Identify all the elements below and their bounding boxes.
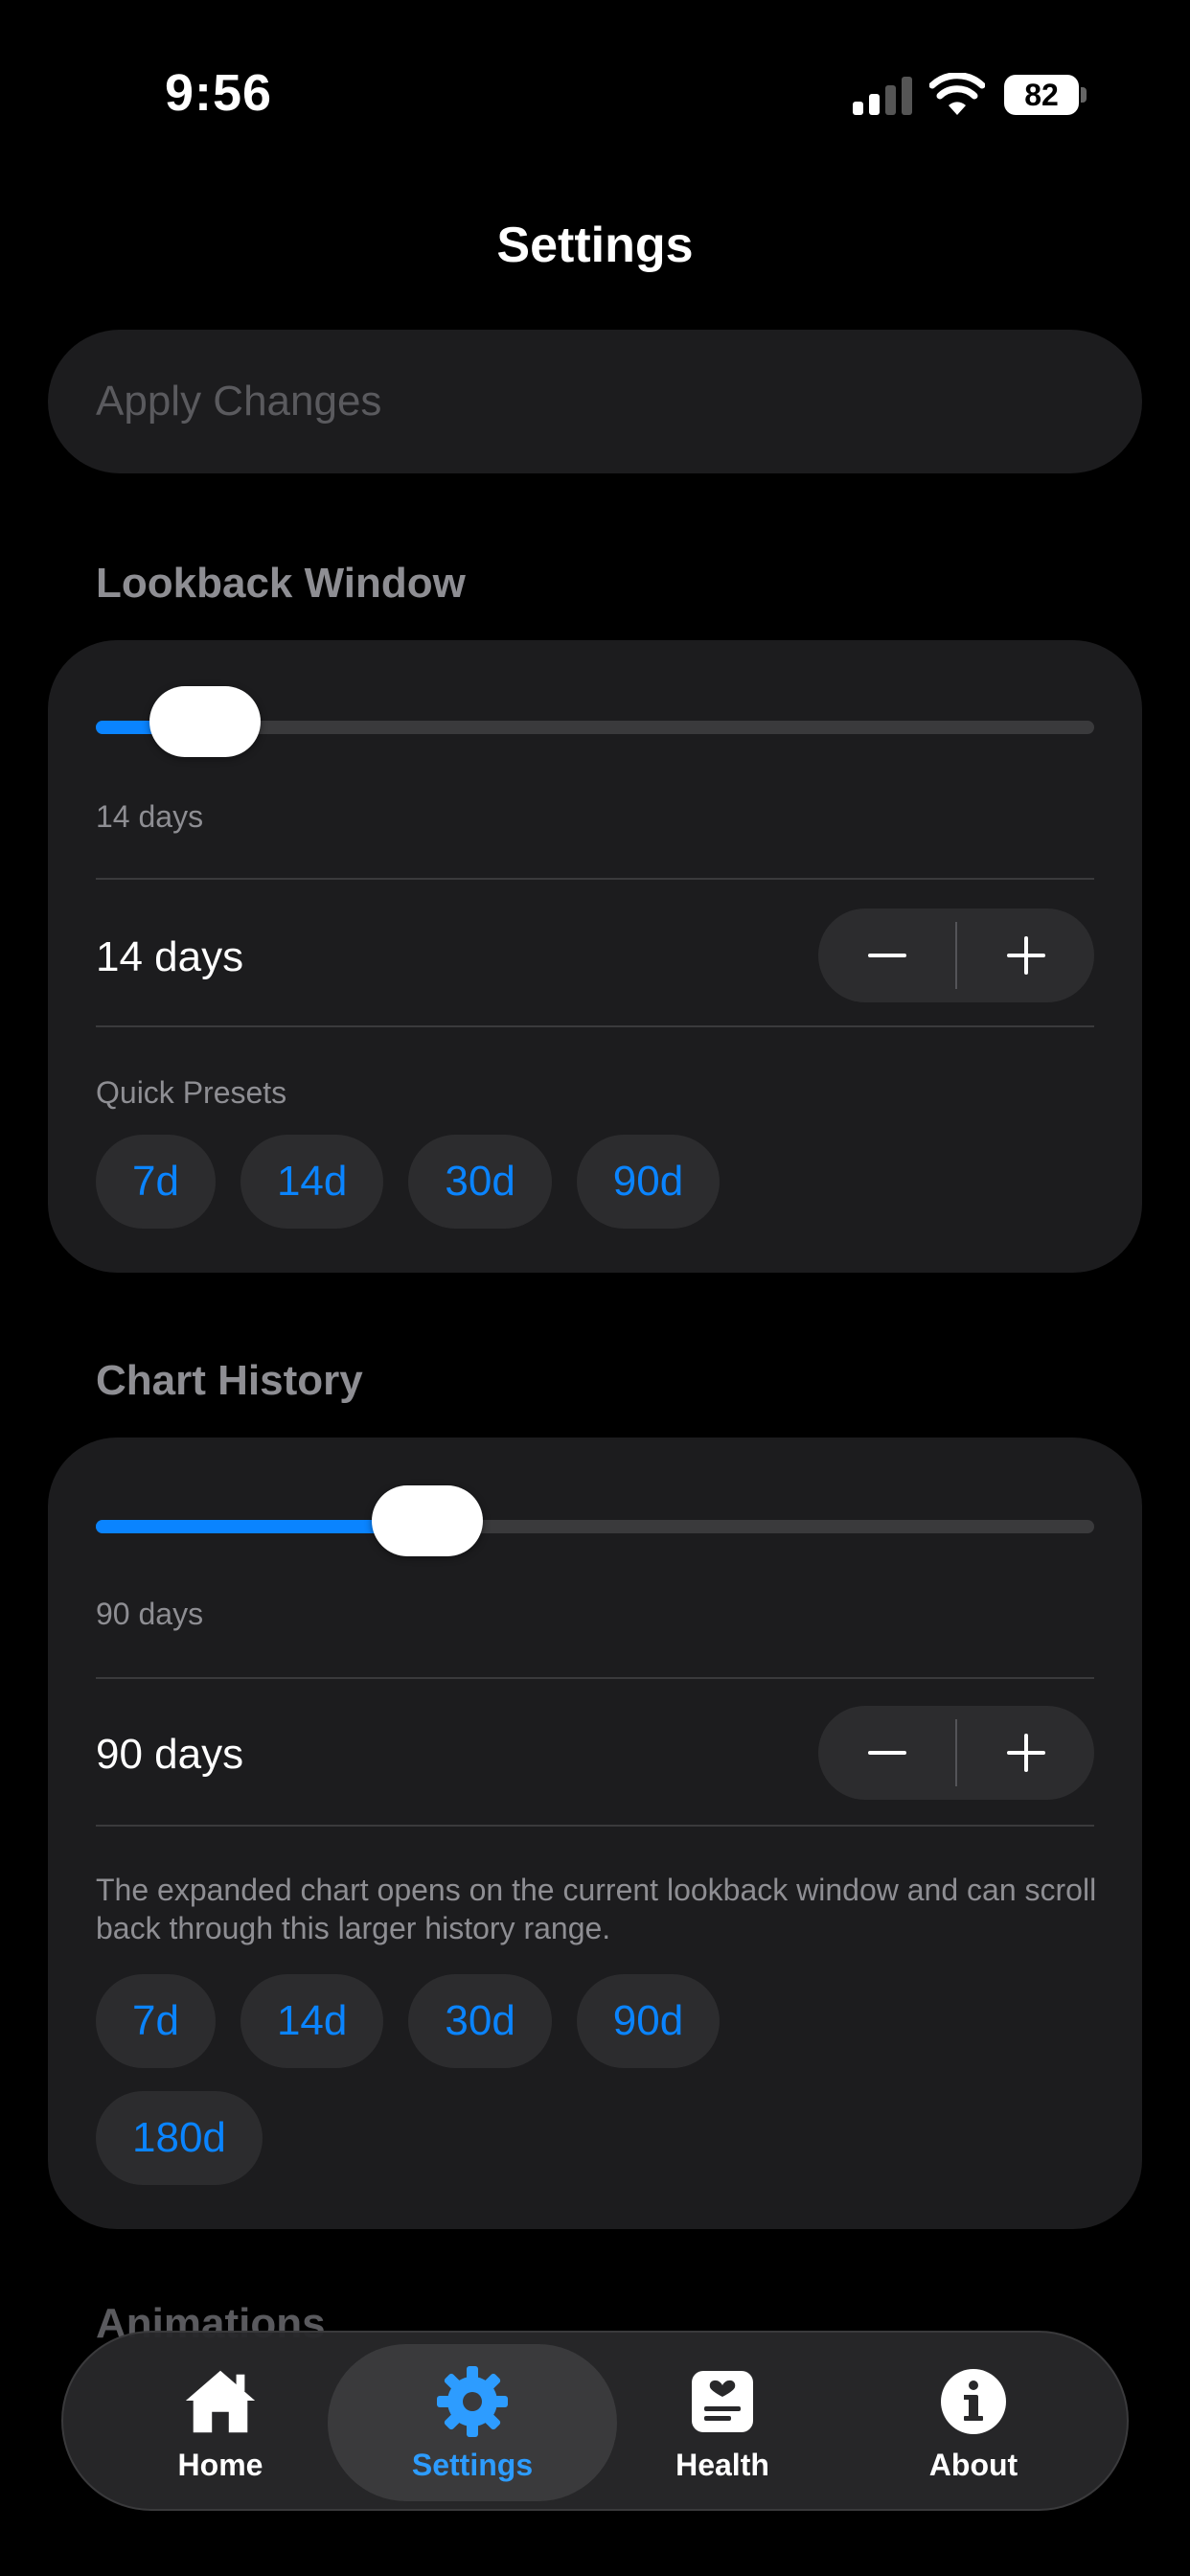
gear-icon <box>434 2363 511 2440</box>
lookback-preset-7d[interactable]: 7d <box>96 1135 216 1229</box>
wifi-icon <box>929 73 985 115</box>
lookback-window-card: 14 days 14 days Quick Presets 7d 14d 30d… <box>48 640 1142 1273</box>
tab-settings[interactable]: Settings <box>348 2333 597 2513</box>
chart-history-preset-30d[interactable]: 30d <box>408 1974 552 2068</box>
divider <box>96 1025 1094 1027</box>
page-title: Settings <box>496 218 694 273</box>
lookback-stepper <box>818 908 1094 1002</box>
chart-history-presets-row2: 180d <box>96 2091 263 2185</box>
lookback-preset-14d[interactable]: 14d <box>240 1135 384 1229</box>
divider <box>96 1677 1094 1679</box>
chart-history-header: Chart History <box>96 1357 363 1404</box>
chart-history-preset-14d[interactable]: 14d <box>240 1974 384 2068</box>
apply-changes-button[interactable]: Apply Changes <box>48 330 1142 473</box>
chart-history-slider[interactable] <box>96 1485 1094 1556</box>
lookback-slider[interactable] <box>96 686 1094 757</box>
quick-presets-label: Quick Presets <box>96 1075 287 1110</box>
chart-history-description: The expanded chart opens on the current … <box>96 1873 1097 1945</box>
plus-icon <box>1006 1734 1045 1772</box>
chart-history-preset-90d[interactable]: 90d <box>576 1974 721 2068</box>
home-icon <box>182 2363 259 2440</box>
battery-level: 82 <box>1024 78 1059 112</box>
chart-history-slider-label: 90 days <box>96 1597 204 1631</box>
chart-history-stepper <box>818 1706 1094 1800</box>
tab-home-label: Home <box>177 2447 263 2482</box>
divider <box>96 878 1094 880</box>
status-time: 9:56 <box>165 64 273 122</box>
status-bar: 9:56 82 <box>0 0 1190 192</box>
tab-bar: Home Settings Health About <box>61 2331 1129 2511</box>
chart-history-card: 90 days 90 days The expanded chart opens… <box>48 1438 1142 2229</box>
cellular-signal-icon <box>853 77 912 115</box>
minus-icon <box>867 1751 906 1755</box>
lookback-presets: 7d 14d 30d 90d <box>96 1135 721 1229</box>
lookback-decrement-button[interactable] <box>818 908 955 1002</box>
lookback-slider-label: 14 days <box>96 799 204 834</box>
tab-settings-label: Settings <box>411 2447 534 2482</box>
health-icon <box>684 2363 761 2440</box>
chart-history-increment-button[interactable] <box>957 1706 1094 1800</box>
chart-history-presets: 7d 14d 30d 90d <box>96 1974 721 2068</box>
lookback-preset-90d[interactable]: 90d <box>576 1135 721 1229</box>
lookback-window-header: Lookback Window <box>96 560 466 607</box>
chart-history-decrement-button[interactable] <box>818 1706 955 1800</box>
lookback-slider-thumb[interactable] <box>149 686 262 757</box>
chart-history-preset-180d[interactable]: 180d <box>96 2091 263 2185</box>
tab-about-label: About <box>928 2447 1018 2482</box>
tab-home[interactable]: Home <box>96 2333 345 2513</box>
chart-history-slider-thumb[interactable] <box>371 1485 483 1556</box>
lookback-increment-button[interactable] <box>957 908 1094 1002</box>
tab-about[interactable]: About <box>849 2333 1098 2513</box>
lookback-preset-30d[interactable]: 30d <box>408 1135 552 1229</box>
chart-history-preset-7d[interactable]: 7d <box>96 1974 216 2068</box>
lookback-value: 14 days <box>96 933 244 980</box>
plus-icon <box>1006 936 1045 975</box>
info-icon <box>935 2363 1012 2440</box>
minus-icon <box>867 954 906 957</box>
battery-icon: 82 <box>1004 75 1087 115</box>
tab-health-label: Health <box>675 2447 769 2482</box>
tab-health[interactable]: Health <box>598 2333 847 2513</box>
divider <box>96 1825 1094 1827</box>
chart-history-value: 90 days <box>96 1731 244 1778</box>
